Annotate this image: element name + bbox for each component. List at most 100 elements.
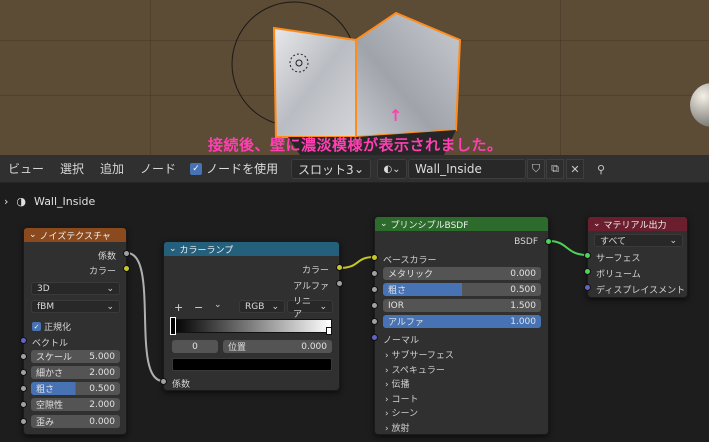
menu-add[interactable]: 追加	[92, 160, 132, 177]
socket-surface-in[interactable]	[584, 252, 591, 259]
checkbox-checked-icon[interactable]: ✓	[32, 322, 41, 331]
material-browse-button[interactable]: ◐⌄	[377, 159, 407, 179]
bsdf-field-roughness[interactable]: 粗さ 0.500	[383, 283, 541, 296]
field-value: 1.500	[510, 300, 536, 311]
socket-volume-in[interactable]	[584, 268, 591, 275]
noise-type-select[interactable]: fBM ⌄	[31, 300, 120, 313]
socket-roughness-in[interactable]	[371, 286, 378, 293]
socket-ior-in[interactable]	[371, 302, 378, 309]
socket-fac-out[interactable]	[123, 250, 130, 257]
socket-distortion-in[interactable]	[20, 418, 27, 425]
panel-coat[interactable]: › コート	[385, 392, 418, 405]
noise-out-fac: 係数	[97, 252, 116, 262]
field-label: 歪み	[36, 418, 55, 428]
panel-emission[interactable]: › 放射	[385, 421, 409, 434]
ramp-stop-white[interactable]	[326, 327, 332, 335]
principled-bsdf-node[interactable]: ⌄ プリンシプルBSDF BSDF ベースカラー メタリック 0.000 粗さ 0.…	[371, 216, 552, 435]
panel-subsurface[interactable]: › サブサーフェス	[385, 348, 454, 361]
menu-view[interactable]: ビュー	[0, 160, 52, 177]
chevron-right-icon: ›	[4, 195, 9, 208]
socket-basecolor-in[interactable]	[371, 254, 378, 261]
bsdf-node-title: プリンシプルBSDF	[390, 220, 469, 231]
bsdf-field-ior[interactable]: IOR 1.500	[383, 299, 541, 312]
output-target-select[interactable]: すべて ⌄	[594, 234, 683, 247]
bsdf-field-alpha[interactable]: アルファ 1.000	[383, 315, 541, 328]
ramp-stop-black[interactable]	[170, 317, 176, 335]
socket-color-out[interactable]	[336, 264, 343, 271]
scene-objects	[231, 1, 709, 155]
normalize-toggle[interactable]: ✓ 正規化	[32, 320, 71, 333]
ramp-in-fac: 係数	[172, 380, 191, 390]
socket-vector-in[interactable]	[20, 337, 27, 344]
panel-label: 放射	[391, 424, 410, 434]
panel-transmission[interactable]: › 伝播	[385, 377, 409, 390]
field-value: 0.500	[510, 284, 536, 295]
socket-displacement-in[interactable]	[584, 284, 591, 291]
material-sphere-icon: ◑	[16, 195, 27, 208]
noise-node-title: ノイズテクスチャ	[39, 231, 111, 242]
checkbox-checked-icon[interactable]: ✓	[190, 162, 203, 175]
noise-vector-label: ベクトル	[32, 339, 69, 349]
preview-sphere	[690, 83, 709, 127]
noise-texture-node[interactable]: ⌄ ノイズテクスチャ 係数 カラー 3D ⌄ fBM ⌄ ✓ 正規化 ベクトル スケ…	[20, 227, 130, 435]
panel-specular[interactable]: › スペキュラー	[385, 363, 445, 376]
menu-node[interactable]: ノード	[132, 160, 184, 177]
chevron-down-icon[interactable]: ⌄	[214, 300, 222, 310]
output-node-title: マテリアル出力	[603, 220, 667, 231]
color-ramp-node[interactable]: ⌄ カラーランプ カラー アルファ + − ⌄ RGB ⌄ リニア ⌄ 0 位置 0.…	[160, 241, 343, 391]
bsdf-node-header[interactable]: ⌄ プリンシプルBSDF	[375, 217, 548, 231]
menu-select[interactable]: 選択	[52, 160, 92, 177]
bsdf-base-color: ベースカラー	[383, 256, 437, 266]
noise-field-lacunarity[interactable]: 空隙性 2.000	[31, 398, 120, 411]
3d-viewport[interactable]: ↑ 接続後、壁に濃淡模様が表示されました。	[0, 0, 709, 155]
ramp-position-field[interactable]: 位置 0.000	[223, 340, 332, 353]
noise-field-roughness[interactable]: 粗さ 0.500	[31, 382, 120, 395]
panel-label: サブサーフェス	[391, 351, 454, 361]
socket-fac-in[interactable]	[160, 378, 167, 385]
slot-dropdown[interactable]: スロット3 ⌄	[291, 159, 371, 179]
output-displacement-label: ディスプレイスメント	[596, 286, 686, 296]
chevron-down-icon: ⌄	[380, 219, 388, 229]
socket-roughness-in[interactable]	[20, 385, 27, 392]
socket-normal-in[interactable]	[371, 334, 378, 341]
add-stop-button[interactable]: +	[174, 301, 183, 314]
ramp-gradient-bar[interactable]	[172, 319, 332, 333]
ramp-color-mode-select[interactable]: RGB ⌄	[239, 300, 285, 313]
socket-bsdf-out[interactable]	[545, 238, 552, 245]
socket-alpha-out[interactable]	[336, 280, 343, 287]
unlink-material-icon[interactable]: ✕	[566, 159, 584, 179]
noise-field-detail[interactable]: 細かさ 2.000	[31, 366, 120, 379]
ramp-stop-color-swatch[interactable]	[172, 358, 332, 371]
noise-field-distortion[interactable]: 歪み 0.000	[31, 415, 120, 428]
bsdf-field-metallic[interactable]: メタリック 0.000	[383, 267, 541, 280]
ramp-out-color: カラー	[301, 266, 329, 276]
noise-dimension-value: 3D	[37, 283, 50, 294]
material-sphere-icon: ◐⌄	[383, 163, 401, 175]
remove-stop-button[interactable]: −	[194, 301, 203, 314]
chevron-down-icon: ⌄	[271, 301, 279, 312]
use-nodes-toggle[interactable]: ✓ ノードを使用	[190, 160, 278, 177]
duplicate-material-icon[interactable]: ⧉	[546, 159, 564, 179]
ramp-interpolation-select[interactable]: リニア ⌄	[287, 297, 333, 320]
ramp-node-title: カラーランプ	[179, 245, 234, 256]
ramp-node-header[interactable]: ⌄ カラーランプ	[164, 242, 339, 256]
material-output-node[interactable]: ⌄ マテリアル出力 すべて ⌄ サーフェス ボリューム ディスプレイスメント	[584, 216, 688, 298]
material-name-field[interactable]: Wall_Inside	[408, 159, 526, 179]
noise-dimension-select[interactable]: 3D ⌄	[31, 282, 120, 295]
output-node-header[interactable]: ⌄ マテリアル出力	[588, 217, 687, 231]
socket-detail-in[interactable]	[20, 369, 27, 376]
ramp-stop-index[interactable]: 0	[172, 340, 218, 353]
noise-node-header[interactable]: ⌄ ノイズテクスチャ	[24, 228, 126, 242]
socket-color-out[interactable]	[123, 265, 130, 272]
socket-alpha-in[interactable]	[371, 318, 378, 325]
field-value: 5.000	[89, 351, 115, 362]
socket-lacunarity-in[interactable]	[20, 401, 27, 408]
field-value: 2.000	[89, 399, 115, 410]
pin-icon[interactable]: ⚲	[592, 159, 610, 179]
noise-field-scale[interactable]: スケール 5.000	[31, 350, 120, 363]
socket-scale-in[interactable]	[20, 353, 27, 360]
fake-user-shield-icon[interactable]: ⛉	[527, 159, 545, 179]
field-value: 0.500	[89, 383, 115, 394]
socket-metallic-in[interactable]	[371, 270, 378, 277]
panel-sheen[interactable]: › シーン	[385, 406, 418, 419]
